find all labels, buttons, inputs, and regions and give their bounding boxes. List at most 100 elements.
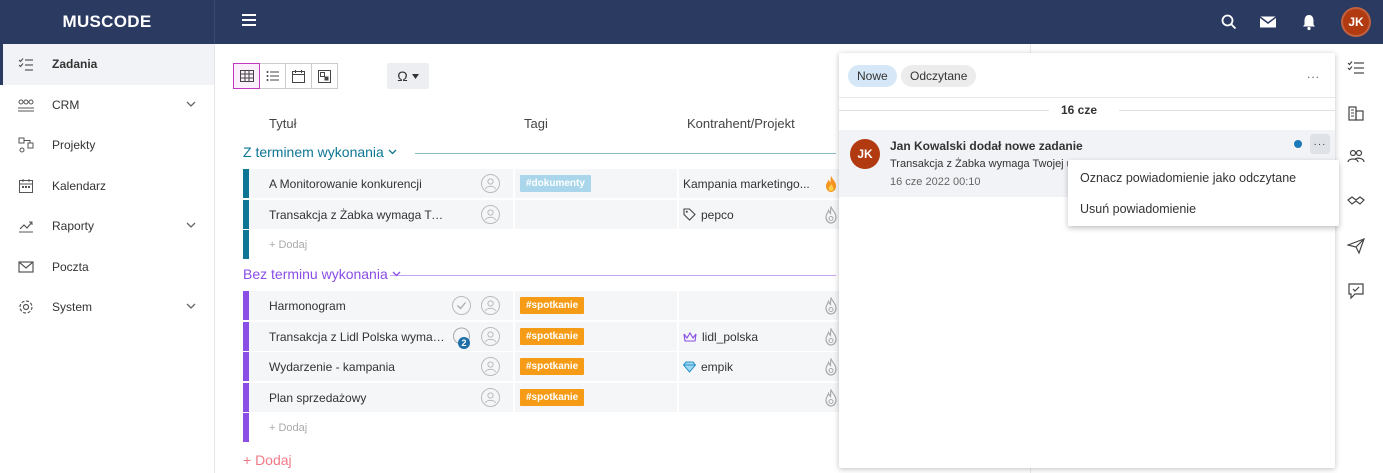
search-icon[interactable]: [1220, 13, 1238, 31]
calendar-view-button[interactable]: [285, 63, 312, 89]
table-view-button[interactable]: [233, 63, 260, 89]
handshake-icon[interactable]: [1347, 192, 1365, 210]
list-view-button[interactable]: [259, 63, 286, 89]
board-view-button[interactable]: [311, 63, 338, 89]
project-name: Kampania marketingo...: [683, 177, 810, 191]
task-title[interactable]: Plan sprzedażowy: [269, 391, 449, 405]
sidebar-item-projekty[interactable]: Projekty: [0, 125, 214, 166]
mail-icon: [18, 260, 34, 273]
table-row[interactable]: Transakcja z Żabka wymaga Twojej u... pep…: [243, 199, 843, 229]
project-link[interactable]: lidl_polska: [683, 330, 758, 344]
table-row[interactable]: Wydarzenie - kampania #spotkanie empik: [243, 352, 843, 381]
row-color-bar: [243, 321, 249, 351]
tag-badge[interactable]: #spotkanie: [520, 388, 585, 406]
tag-badge[interactable]: #dokumenty: [520, 175, 591, 192]
view-switcher: [233, 63, 338, 89]
tag-badge[interactable]: #spotkanie: [520, 297, 585, 314]
divider: [677, 291, 679, 320]
add-task-row[interactable]: + Dodaj: [243, 230, 843, 259]
table-row[interactable]: Harmonogram #spotkanie: [243, 291, 843, 320]
divider: [513, 382, 515, 412]
group-header[interactable]: Z terminem wykonania: [243, 144, 397, 160]
tab-read[interactable]: Odczytane: [901, 65, 977, 87]
table-row[interactable]: Transakcja z Lidl Polska wymag... 2 #spotk…: [243, 321, 843, 351]
group-title: Z terminem wykonania: [243, 144, 384, 160]
task-title[interactable]: Wydarzenie - kampania: [269, 360, 449, 374]
task-title[interactable]: Transakcja z Żabka wymaga Twojej u...: [269, 208, 449, 222]
people-icon[interactable]: [1347, 147, 1365, 165]
column-header-title[interactable]: Tytuł: [269, 116, 296, 131]
divider: [677, 169, 679, 198]
comments-icon[interactable]: 2: [452, 327, 471, 349]
row-color-bar: [243, 291, 249, 320]
list-icon: [266, 71, 279, 81]
calendar-icon: [19, 178, 33, 193]
column-header-client[interactable]: Kontrahent/Projekt: [687, 116, 795, 131]
user-avatar[interactable]: JK: [1341, 7, 1371, 37]
column-header-tags[interactable]: Tagi: [524, 116, 548, 131]
notification-more-button[interactable]: ···: [1310, 134, 1330, 154]
priority-flame-icon[interactable]: [824, 205, 838, 224]
bell-icon[interactable]: [1300, 13, 1318, 31]
task-title[interactable]: Harmonogram: [269, 299, 449, 313]
sidebar-item-label: Kalendarz: [52, 178, 107, 193]
project-link[interactable]: Kampania marketingo...: [683, 177, 810, 191]
comment-count-badge: 2: [458, 336, 470, 349]
tab-new[interactable]: Nowe: [848, 65, 897, 87]
app-logo[interactable]: MUSCODE: [0, 0, 215, 44]
sidebar-item-crm[interactable]: CRM: [0, 85, 214, 126]
assignee-user-icon[interactable]: [481, 174, 500, 193]
project-name: pepco: [701, 207, 734, 222]
sidebar-item-system[interactable]: System: [0, 287, 214, 328]
priority-flame-icon[interactable]: [824, 175, 838, 193]
priority-flame-icon[interactable]: [824, 327, 838, 346]
chevron-down-icon: [186, 303, 196, 309]
notifications-more-button[interactable]: ...: [1307, 67, 1320, 81]
mark-read-menu-item[interactable]: Oznacz powiadomienie jako odczytane: [1080, 171, 1296, 185]
priority-flame-icon[interactable]: [824, 358, 838, 376]
task-title[interactable]: A Monitorowanie konkurencji: [269, 177, 449, 191]
tag-badge[interactable]: #spotkanie: [520, 358, 585, 375]
chat-icon[interactable]: [1347, 282, 1365, 300]
add-task-row[interactable]: + Dodaj: [243, 413, 843, 442]
send-icon[interactable]: [1347, 237, 1365, 255]
project-link[interactable]: empik: [683, 360, 733, 374]
complete-check-icon[interactable]: [452, 296, 471, 315]
tasks-icon: [18, 58, 33, 71]
table-row[interactable]: A Monitorowanie konkurencji #dokumenty Kam…: [243, 169, 843, 198]
building-icon[interactable]: [1347, 104, 1365, 122]
notification-subtitle: Transakcja z Żabka wymaga Twojej u: [890, 158, 1073, 170]
sidebar-item-poczta[interactable]: Poczta: [0, 247, 214, 288]
divider: [677, 382, 679, 412]
menu-icon[interactable]: [242, 14, 256, 28]
assignee-user-icon[interactable]: [481, 204, 500, 224]
project-name: lidl_polska: [702, 329, 759, 344]
sidebar-item-raporty[interactable]: Raporty: [0, 206, 214, 247]
projects-icon: [18, 137, 34, 153]
priority-flame-icon[interactable]: [824, 388, 838, 407]
sidebar-item-zadania[interactable]: Zadania: [0, 44, 214, 85]
assignee-user-icon[interactable]: [481, 326, 500, 346]
tasks-icon[interactable]: [1347, 59, 1365, 77]
row-color-bar: [243, 169, 249, 198]
assignee-user-icon[interactable]: [481, 296, 500, 315]
filter-dropdown-button[interactable]: Ω: [387, 63, 429, 89]
tag-badge[interactable]: #spotkanie: [520, 327, 585, 345]
chevron-down-icon: [388, 149, 397, 155]
divider: [677, 199, 679, 229]
table-row[interactable]: Plan sprzedażowy #spotkanie: [243, 382, 843, 412]
assignee-user-icon[interactable]: [481, 357, 500, 376]
group-header[interactable]: Bez terminu wykonania: [243, 266, 401, 282]
project-link[interactable]: pepco: [683, 208, 734, 222]
add-group-button[interactable]: + Dodaj: [243, 452, 292, 468]
mail-icon[interactable]: [1259, 13, 1277, 31]
assignee-user-icon[interactable]: [481, 387, 500, 407]
unread-dot-icon: [1294, 140, 1302, 148]
row-color-bar: [243, 230, 249, 259]
sidebar-item-kalendarz[interactable]: Kalendarz: [0, 166, 214, 207]
delete-notification-menu-item[interactable]: Usuń powiadomienie: [1080, 202, 1196, 216]
priority-flame-icon[interactable]: [824, 297, 838, 315]
reports-icon: [19, 221, 33, 233]
task-title[interactable]: Transakcja z Lidl Polska wymag...: [269, 330, 449, 344]
add-task-label: + Dodaj: [269, 422, 308, 434]
